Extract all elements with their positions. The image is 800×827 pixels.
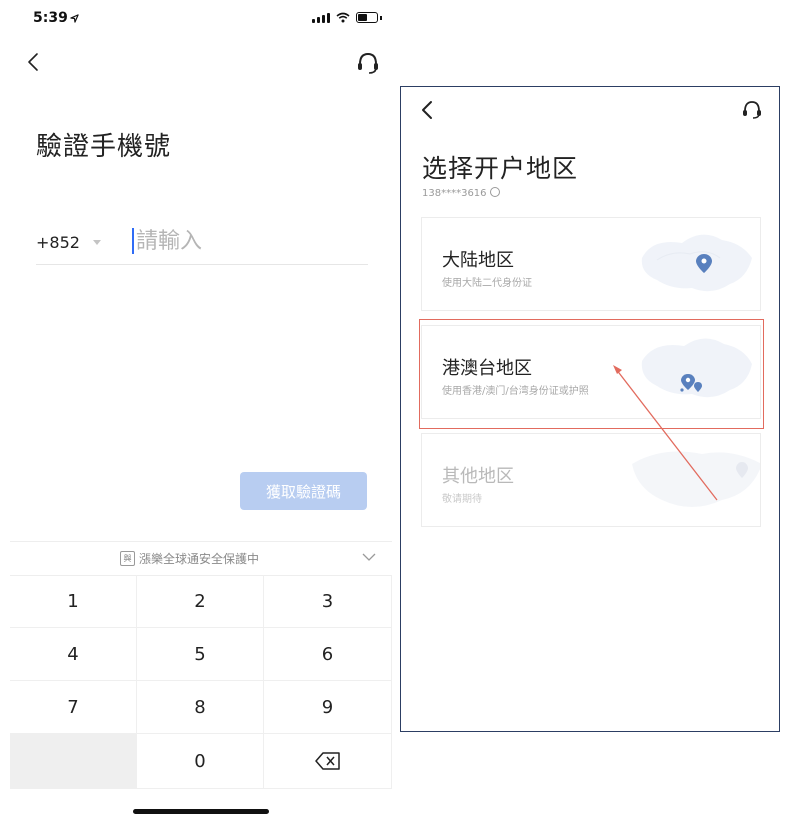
status-bar: 5:39 — [0, 0, 392, 40]
region-card-mainland[interactable]: 大陆地区 使用大陆二代身份证 — [421, 217, 761, 311]
key-4[interactable]: 4 — [10, 628, 137, 681]
cellular-signal-icon — [312, 13, 330, 23]
keypad-security-text: 漲樂全球通安全保護中 — [139, 552, 260, 566]
key-6[interactable]: 6 — [264, 628, 392, 681]
status-icons — [312, 12, 382, 23]
region-name: 港澳台地区 — [442, 358, 532, 379]
chevron-down-icon[interactable] — [362, 550, 376, 564]
get-verification-code-button[interactable]: 獲取驗證碼 — [240, 472, 367, 510]
select-region-screen: 选择开户地区 138****3616 大陆地区 使用大陆二代身份证 港澳台地区 … — [400, 86, 780, 732]
key-5[interactable]: 5 — [137, 628, 264, 681]
key-8[interactable]: 8 — [137, 681, 264, 734]
china-map-icon — [641, 234, 752, 292]
back-chevron-icon[interactable] — [419, 99, 435, 121]
eye-icon[interactable] — [489, 187, 500, 197]
home-indicator — [133, 809, 269, 814]
keypad-keys: 1 2 3 4 5 6 7 8 9 0 — [10, 575, 392, 789]
caret-down-icon[interactable] — [93, 240, 101, 245]
key-2[interactable]: 2 — [137, 575, 264, 628]
headset-support-icon[interactable] — [741, 99, 763, 121]
keypad-header: 與 漲樂全球通安全保護中 — [10, 541, 392, 576]
region-page-title: 选择开户地区 — [422, 154, 579, 183]
location-arrow-icon — [70, 14, 79, 23]
region-description: 使用香港/澳门/台湾身份证或护照 — [442, 386, 589, 397]
key-9[interactable]: 9 — [264, 681, 392, 734]
key-3[interactable]: 3 — [264, 575, 392, 628]
security-shield-icon: 與 — [120, 551, 135, 566]
key-7[interactable]: 7 — [10, 681, 137, 734]
verify-phone-screen: 5:39 驗證手機號 +852 獲取驗證碼 — [0, 0, 392, 827]
world-map-icon — [632, 451, 760, 507]
region-description: 使用大陆二代身份证 — [442, 278, 532, 289]
headset-support-icon[interactable] — [355, 50, 381, 76]
region-name: 其他地区 — [442, 466, 514, 487]
wifi-icon — [336, 12, 350, 23]
battery-tip — [380, 16, 382, 20]
region-description: 敬请期待 — [442, 494, 482, 505]
key-1[interactable]: 1 — [10, 575, 137, 628]
masked-phone-number: 138****3616 — [422, 187, 500, 199]
masked-phone-text: 138****3616 — [422, 188, 487, 199]
back-chevron-icon[interactable] — [24, 50, 44, 74]
phone-number-row: +852 — [36, 222, 368, 265]
region-card-hk-macau-taiwan[interactable]: 港澳台地区 使用香港/澳门/台湾身份证或护照 — [421, 325, 761, 419]
secure-keypad: 與 漲樂全球通安全保護中 1 2 3 4 5 6 7 8 9 0 — [10, 541, 392, 789]
backspace-icon — [314, 752, 340, 770]
china-map-icon — [641, 338, 752, 398]
key-backspace[interactable] — [264, 734, 392, 789]
key-0[interactable]: 0 — [137, 734, 264, 789]
status-time: 5:39 — [33, 10, 68, 26]
key-blank — [10, 734, 137, 789]
text-cursor — [132, 228, 134, 254]
region-name: 大陆地区 — [442, 250, 514, 271]
phone-number-input[interactable] — [132, 224, 366, 258]
region-card-other: 其他地区 敬请期待 — [421, 433, 761, 527]
page-title: 驗證手機號 — [36, 132, 172, 162]
battery-icon — [356, 12, 378, 23]
country-code-selector[interactable]: +852 — [36, 233, 80, 252]
